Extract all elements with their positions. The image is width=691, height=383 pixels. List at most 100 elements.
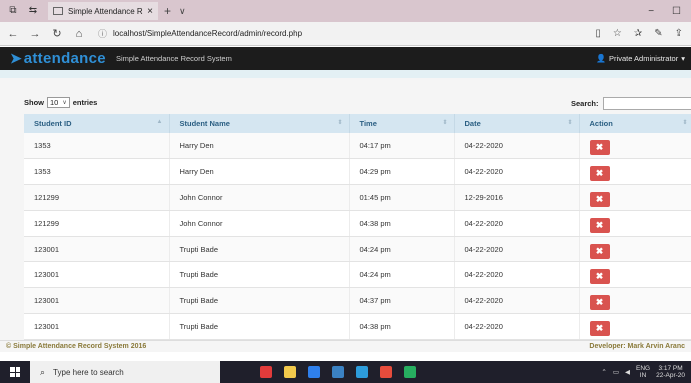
taskbar-clock[interactable]: 3:17 PM 22-Apr-20 bbox=[656, 365, 685, 379]
page-footer: © Simple Attendance Record System 2016 D… bbox=[0, 340, 691, 352]
chevron-down-icon: ∨ bbox=[62, 100, 67, 106]
cell-student-name: Harry Den bbox=[169, 133, 350, 160]
table-row: 121299 John Connor 04:38 pm 04-22-2020 ✖ bbox=[24, 210, 691, 237]
cell-student-id: 121299 bbox=[24, 210, 170, 237]
cell-action: ✖ bbox=[579, 184, 691, 211]
lang-region: IN bbox=[639, 372, 647, 379]
delete-record-button[interactable]: ✖ bbox=[589, 191, 610, 207]
maximize-button[interactable]: ☐ bbox=[672, 6, 681, 17]
cell-student-id: 123001 bbox=[24, 287, 170, 315]
sort-icon: ⇕ bbox=[337, 120, 343, 126]
table-row: 123001 Trupti Bade 04:37 pm 04-22-2020 ✖ bbox=[24, 287, 691, 315]
cell-student-id: 123001 bbox=[24, 313, 170, 340]
table-row: 123001 Trupti Bade 04:24 pm 04-22-2020 ✖ bbox=[24, 236, 691, 263]
site-info-icon[interactable]: ⓘ bbox=[98, 27, 107, 40]
cell-time: 01:45 pm bbox=[349, 184, 455, 211]
column-header-student-id[interactable]: Student ID ▲ bbox=[24, 114, 170, 133]
delete-record-button[interactable]: ✖ bbox=[589, 320, 610, 336]
tab-actions-icon[interactable]: ⧉ bbox=[6, 4, 20, 18]
set-aside-tabs-icon[interactable]: ⇆ bbox=[26, 4, 40, 18]
cell-student-name: Trupti Bade bbox=[169, 313, 350, 340]
browser-tab-strip: ⧉ ⇆ Simple Attendance Reco × + ∨ − ☐ bbox=[0, 0, 691, 22]
search-input[interactable] bbox=[602, 97, 691, 110]
delete-record-button[interactable]: ✖ bbox=[589, 217, 610, 233]
mail-app-icon[interactable] bbox=[260, 366, 272, 378]
delete-record-button[interactable]: ✖ bbox=[589, 295, 610, 311]
table-row: 123001 Trupti Bade 04:38 pm 04-22-2020 ✖ bbox=[24, 313, 691, 340]
reading-view-icon[interactable]: ▯ bbox=[595, 28, 601, 39]
cell-action: ✖ bbox=[579, 158, 691, 186]
delete-record-button[interactable]: ✖ bbox=[589, 243, 610, 259]
address-bar-actions: ▯ ☆ ✰ ✎ ⇪ bbox=[595, 28, 683, 39]
edge-browser-icon[interactable] bbox=[308, 366, 320, 378]
network-icon[interactable]: ▭ bbox=[613, 368, 619, 376]
cell-time: 04:38 pm bbox=[349, 313, 455, 340]
address-bar-row: ← → ↻ ⌂ ⓘ localhost/SimpleAttendanceReco… bbox=[0, 22, 691, 46]
cell-student-name: Trupti Bade bbox=[169, 236, 350, 263]
taskbar-search-box[interactable]: ⌕ Type here to search bbox=[30, 361, 220, 383]
footer-copyright: © Simple Attendance Record System 2016 bbox=[6, 343, 147, 350]
store-icon[interactable] bbox=[332, 366, 344, 378]
brand-logo[interactable]: ➤ attendance bbox=[10, 50, 106, 67]
user-menu[interactable]: 👤 Private Administrator ▾ bbox=[596, 54, 685, 63]
cell-student-name: Trupti Bade bbox=[169, 287, 350, 315]
cell-action: ✖ bbox=[579, 261, 691, 289]
search-wrapper: Search: bbox=[571, 97, 691, 110]
column-header-date[interactable]: Date ⇕ bbox=[454, 114, 580, 133]
photos-icon[interactable] bbox=[356, 366, 368, 378]
windows-logo-icon bbox=[10, 367, 20, 377]
cell-action: ✖ bbox=[579, 133, 691, 160]
url-text: localhost/SimpleAttendanceRecord/admin/r… bbox=[113, 29, 303, 38]
volume-icon[interactable]: ◀ bbox=[625, 368, 630, 376]
cell-date: 12-29-2016 bbox=[454, 184, 580, 211]
system-title: Simple Attendance Record System bbox=[115, 54, 232, 63]
cell-date: 04-22-2020 bbox=[454, 210, 580, 237]
sort-icon: ⇕ bbox=[442, 120, 448, 126]
cell-date: 04-22-2020 bbox=[454, 236, 580, 263]
footer-developer: Developer: Mark Arvin Aranc bbox=[589, 343, 685, 350]
notes-pen-icon[interactable]: ✎ bbox=[654, 28, 662, 39]
cell-action: ✖ bbox=[579, 210, 691, 237]
language-indicator[interactable]: ENG IN bbox=[636, 365, 650, 379]
delete-record-button[interactable]: ✖ bbox=[589, 140, 610, 156]
cell-time: 04:24 pm bbox=[349, 236, 455, 263]
minimize-button[interactable]: − bbox=[648, 6, 654, 17]
delete-record-button[interactable]: ✖ bbox=[589, 166, 610, 182]
cell-action: ✖ bbox=[579, 287, 691, 315]
file-explorer-icon[interactable] bbox=[284, 366, 296, 378]
sub-header-band bbox=[0, 70, 691, 78]
records-table-wrapper: Student ID ▲ Student Name ⇕ Time ⇕ Date ⇕ Ac… bbox=[24, 114, 691, 340]
tab-list-button[interactable]: ∨ bbox=[179, 6, 186, 17]
start-button[interactable] bbox=[0, 361, 30, 383]
chrome-icon[interactable] bbox=[380, 366, 392, 378]
column-header-action[interactable]: Action ⇕ bbox=[579, 114, 691, 133]
table-controls: Show 10 ∨ entries Search: bbox=[24, 97, 691, 110]
lang-code: ENG bbox=[636, 365, 651, 372]
xampp-icon[interactable] bbox=[404, 366, 416, 378]
entries-length-select[interactable]: 10 ∨ bbox=[47, 97, 70, 108]
forward-arrow-icon[interactable]: → bbox=[26, 28, 44, 40]
caret-down-icon: ▾ bbox=[681, 54, 685, 63]
tray-overflow-icon[interactable]: ⌃ bbox=[601, 368, 606, 376]
delete-record-button[interactable]: ✖ bbox=[589, 269, 610, 285]
table-row: 1353 Harry Den 04:17 pm 04-22-2020 ✖ bbox=[24, 133, 691, 160]
cell-student-id: 1353 bbox=[24, 158, 170, 186]
share-icon[interactable]: ⇪ bbox=[675, 28, 683, 39]
home-icon[interactable]: ⌂ bbox=[70, 28, 88, 40]
show-label: Show bbox=[24, 98, 44, 107]
refresh-icon[interactable]: ↻ bbox=[48, 27, 66, 40]
pinned-apps bbox=[260, 366, 416, 378]
column-header-time[interactable]: Time ⇕ bbox=[349, 114, 455, 133]
cell-time: 04:17 pm bbox=[349, 133, 455, 160]
tab-title: Simple Attendance Reco bbox=[68, 6, 143, 16]
browser-tab-active[interactable]: Simple Attendance Reco × bbox=[48, 2, 158, 20]
column-header-student-name[interactable]: Student Name ⇕ bbox=[169, 114, 350, 133]
favorite-star-icon[interactable]: ☆ bbox=[613, 28, 622, 39]
back-arrow-icon[interactable]: ← bbox=[4, 28, 22, 40]
new-tab-button[interactable]: + bbox=[164, 4, 171, 18]
url-field[interactable]: ⓘ localhost/SimpleAttendanceRecord/admin… bbox=[98, 26, 578, 42]
cell-student-name: John Connor bbox=[169, 184, 350, 211]
records-table: Student ID ▲ Student Name ⇕ Time ⇕ Date ⇕ Ac… bbox=[24, 114, 691, 340]
tab-close-icon[interactable]: × bbox=[147, 6, 153, 17]
favorites-hub-icon[interactable]: ✰ bbox=[634, 28, 642, 39]
